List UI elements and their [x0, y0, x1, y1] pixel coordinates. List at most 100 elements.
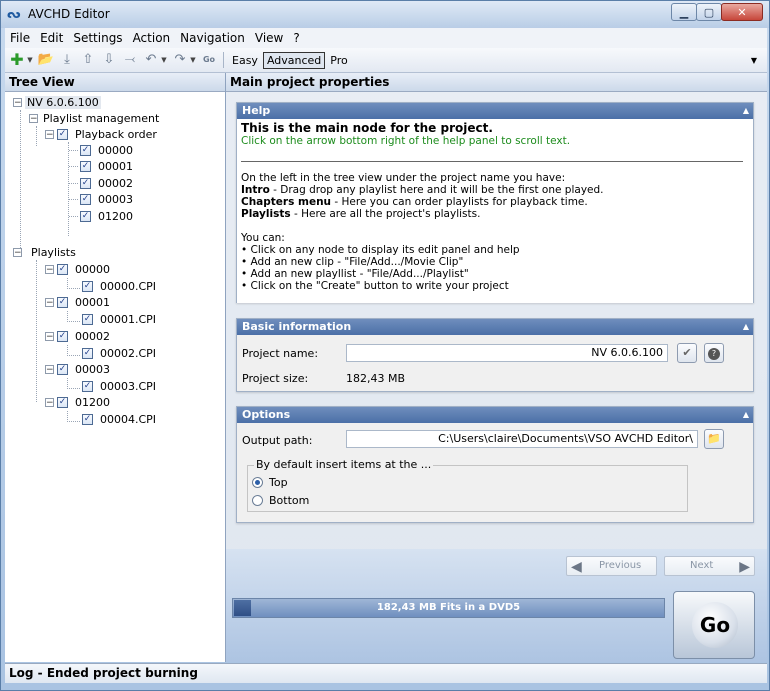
collapse-icon[interactable]: − [45, 297, 54, 307]
tree-node-label: 00000.CPI [100, 279, 157, 293]
redo-dropdown-icon[interactable]: ▼ [189, 51, 197, 69]
add-icon[interactable]: ✚ [8, 51, 26, 69]
output-path-input[interactable]: C:\Users\claire\Documents\VSO AVCHD Edit… [346, 430, 698, 448]
window-controls: ▁ ▢ ✕ [671, 3, 763, 21]
collapse-icon[interactable]: − [45, 397, 54, 407]
checkbox-checked-icon[interactable]: ✓ [57, 296, 68, 308]
tree-node-label: 00001.CPI [100, 312, 157, 326]
open-folder-icon[interactable]: 📂 [37, 51, 55, 69]
tree-node-clip[interactable]: ✓ 00000.CPI [67, 277, 158, 294]
checkbox-checked-icon[interactable]: ✓ [57, 363, 68, 375]
tree-node-root[interactable]: − NV 6.0.6.100 [13, 94, 101, 110]
tree-node-playback-item[interactable]: ✓ 00000 [80, 142, 135, 158]
checkbox-checked-icon[interactable]: ✓ [80, 160, 91, 172]
menu-file[interactable]: File [5, 31, 35, 45]
radio-selected-icon[interactable] [252, 477, 263, 488]
disc-icon[interactable]: ? [704, 343, 724, 363]
go-small-icon[interactable]: Go [200, 51, 218, 69]
tree-node-clip[interactable]: ✓ 00003.CPI [67, 377, 158, 394]
checkbox-checked-icon[interactable]: ✓ [82, 413, 93, 425]
basic-info-header-label: Basic information [242, 320, 352, 333]
undo-icon[interactable]: ↶ [142, 51, 160, 69]
mode-advanced-button[interactable]: Advanced [262, 51, 326, 69]
checkbox-checked-icon[interactable]: ✓ [57, 330, 68, 342]
tree-line [36, 260, 37, 402]
menu-action[interactable]: Action [128, 31, 176, 45]
tree-node-clip[interactable]: ✓ 00004.CPI [67, 410, 158, 427]
checkbox-checked-icon[interactable]: ✓ [80, 144, 91, 156]
title-bar[interactable]: ᔓ AVCHD Editor ▁ ▢ ✕ [1, 1, 769, 28]
collapse-icon[interactable]: − [45, 331, 54, 341]
checkbox-checked-icon[interactable]: ✓ [82, 313, 93, 325]
mode-easy-button[interactable]: Easy [229, 53, 261, 68]
tree-node-playlist[interactable]: − ✓ 00003 [45, 361, 112, 377]
checkbox-checked-icon[interactable]: ✓ [80, 210, 91, 222]
import-icon[interactable]: ⤓ [58, 51, 76, 69]
collapse-icon[interactable]: − [45, 129, 54, 139]
radio-top[interactable]: Top [252, 476, 288, 489]
collapse-icon[interactable]: − [45, 364, 54, 374]
tree-node-label: 00002 [98, 176, 133, 190]
checkbox-checked-icon[interactable]: ✓ [57, 128, 68, 140]
next-button[interactable]: Next ▶ [664, 556, 755, 576]
tree-node-playback-item[interactable]: ✓ 00002 [80, 175, 135, 191]
checkbox-checked-icon[interactable]: ✓ [82, 380, 93, 392]
checkbox-checked-icon[interactable]: ✓ [80, 193, 91, 205]
link-icon[interactable]: ⤙ [121, 51, 139, 69]
collapse-icon[interactable]: − [29, 113, 38, 123]
tree-node-playback-item[interactable]: ✓ 00003 [80, 191, 135, 207]
tree-line [69, 150, 78, 151]
tree-node-playlist[interactable]: − ✓ 01200 [45, 394, 112, 410]
tree-node-playlist-management[interactable]: − Playlist management [29, 110, 161, 126]
add-dropdown-icon[interactable]: ▼ [26, 51, 34, 69]
radio-bottom[interactable]: Bottom [252, 494, 309, 507]
undo-dropdown-icon[interactable]: ▼ [160, 51, 168, 69]
menu-settings[interactable]: Settings [68, 31, 127, 45]
checkbox-checked-icon[interactable]: ✓ [82, 280, 93, 292]
checkmark-icon[interactable]: ✔ [677, 343, 697, 363]
tree-node-clip[interactable]: ✓ 00001.CPI [67, 310, 158, 327]
collapse-icon[interactable]: − [45, 264, 54, 274]
previous-button[interactable]: ◀ Previous [566, 556, 657, 576]
checkbox-checked-icon[interactable]: ✓ [57, 263, 68, 275]
tree-node-playback-item[interactable]: ✓ 01200 [80, 208, 135, 224]
radio-unselected-icon[interactable] [252, 495, 263, 506]
help-item-desc: - Drag drop any playlist here and it wil… [269, 184, 604, 196]
tree-node-playlists[interactable]: − Playlists [13, 244, 78, 260]
tree-node-playback-item[interactable]: ✓ 00001 [80, 158, 135, 174]
options-header[interactable]: Options ▲ [237, 407, 753, 423]
collapse-icon[interactable]: − [13, 97, 22, 107]
collapse-up-icon[interactable]: ▲ [743, 103, 749, 119]
mode-pro-button[interactable]: Pro [327, 53, 350, 68]
browse-folder-icon[interactable]: 📁 [704, 429, 724, 449]
help-hint: Click on the arrow bottom right of the h… [241, 135, 571, 147]
tree-node-playlist[interactable]: − ✓ 00002 [45, 328, 112, 344]
menu-edit[interactable]: Edit [35, 31, 68, 45]
tree-node-playback-order[interactable]: − ✓ Playback order [45, 126, 159, 142]
go-button[interactable]: Go [673, 591, 755, 659]
menu-view[interactable]: View [250, 31, 288, 45]
basic-info-header[interactable]: Basic information ▲ [237, 319, 753, 335]
move-up-icon[interactable]: ⇧ [79, 51, 97, 69]
minimize-button[interactable]: ▁ [671, 3, 697, 21]
help-header[interactable]: Help ▲ [237, 103, 753, 119]
tree-node-playlist[interactable]: − ✓ 00001 [45, 294, 112, 310]
collapse-up-icon[interactable]: ▲ [743, 319, 749, 335]
tree-node-clip[interactable]: ✓ 00002.CPI [67, 344, 158, 361]
menu-navigation[interactable]: Navigation [175, 31, 250, 45]
move-down-icon[interactable]: ⇩ [100, 51, 118, 69]
collapse-icon[interactable]: − [13, 247, 22, 257]
redo-icon[interactable]: ↷ [171, 51, 189, 69]
collapse-up-icon[interactable]: ▲ [743, 407, 749, 423]
maximize-button[interactable]: ▢ [696, 3, 722, 21]
checkbox-checked-icon[interactable]: ✓ [82, 347, 93, 359]
close-button[interactable]: ✕ [721, 3, 763, 21]
menu-help[interactable]: ? [288, 31, 304, 45]
checkbox-checked-icon[interactable]: ✓ [80, 177, 91, 189]
toolbar-overflow-icon[interactable]: ▼ [751, 56, 757, 65]
tree-node-label: 00000 [98, 143, 133, 157]
project-name-input[interactable]: NV 6.0.6.100 [346, 344, 668, 362]
checkbox-checked-icon[interactable]: ✓ [57, 396, 68, 408]
tree-node-playlist[interactable]: − ✓ 00000 [45, 261, 112, 277]
tree-node-label: 01200 [75, 395, 110, 409]
